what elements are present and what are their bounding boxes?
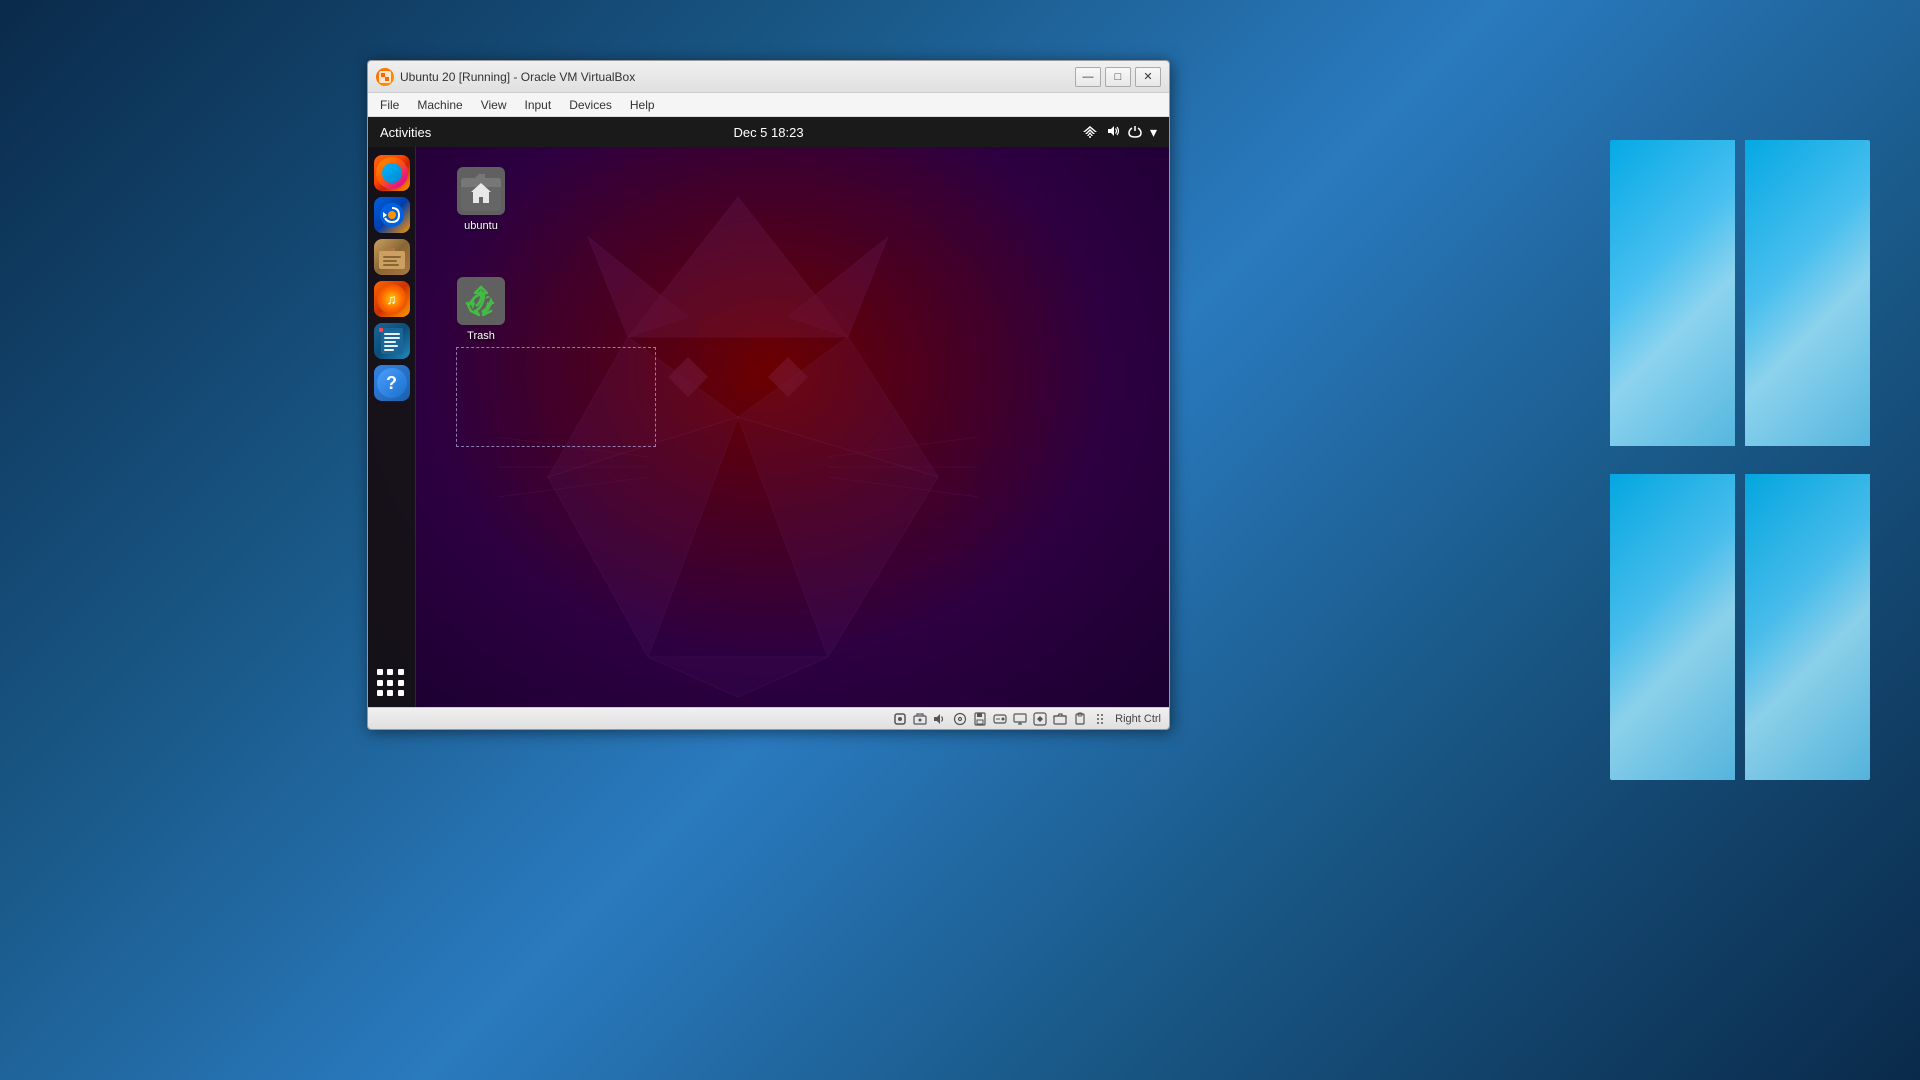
trash-icon[interactable]: Trash — [446, 277, 516, 343]
window-controls: — □ ✕ — [1075, 67, 1161, 87]
menu-input[interactable]: Input — [517, 96, 560, 114]
menu-devices[interactable]: Devices — [561, 96, 620, 114]
window-title: Ubuntu 20 [Running] - Oracle VM VirtualB… — [400, 70, 1075, 84]
windows-logo — [1610, 140, 1870, 780]
vbox-icon — [376, 68, 394, 86]
help-icon-inner: ? — [377, 368, 407, 398]
volume-icon[interactable] — [1106, 124, 1120, 141]
desktop-icons-area: ubuntu — [416, 147, 1169, 707]
cd-status-icon[interactable] — [951, 711, 969, 727]
win-pane-bottom-left — [1610, 474, 1735, 780]
virtualbox-window: Ubuntu 20 [Running] - Oracle VM VirtualB… — [367, 60, 1170, 730]
dock-writer-icon[interactable] — [374, 323, 410, 359]
apps-dot — [387, 669, 393, 675]
right-ctrl-label: Right Ctrl — [1111, 713, 1165, 725]
maximize-button[interactable]: □ — [1105, 67, 1131, 87]
win-pane-bottom-right — [1745, 474, 1870, 780]
close-button[interactable]: ✕ — [1135, 67, 1161, 87]
trash-svg — [457, 277, 505, 325]
topbar-right-icons: ▾ — [1082, 124, 1157, 141]
dock-thunderbird-icon[interactable] — [374, 197, 410, 233]
apps-dot — [398, 680, 404, 686]
trash-label: Trash — [464, 329, 498, 343]
shared-folders-icon[interactable] — [1051, 711, 1069, 727]
show-applications-button[interactable] — [377, 669, 407, 699]
menu-bar: File Machine View Input Devices Help — [368, 93, 1169, 117]
dock-firefox-icon[interactable] — [374, 155, 410, 191]
apps-dot — [398, 690, 404, 696]
apps-dot — [377, 690, 383, 696]
home-folder-svg — [457, 167, 505, 215]
activities-button[interactable]: Activities — [380, 125, 431, 140]
vm-status-icon[interactable] — [1031, 711, 1049, 727]
usb-status-icon[interactable] — [891, 711, 909, 727]
rhythmbox-icon-inner: ♫ — [377, 284, 407, 314]
ubuntu-desktop[interactable]: ♫ ? — [368, 147, 1169, 707]
network-status-icon[interactable] — [911, 711, 929, 727]
gnome-clock: Dec 5 18:23 — [733, 125, 803, 140]
trash-image — [457, 277, 505, 325]
apps-dot — [377, 669, 383, 675]
network-icon[interactable] — [1082, 124, 1098, 141]
topbar-dropdown-icon[interactable]: ▾ — [1150, 124, 1157, 141]
drag-icon[interactable] — [1091, 711, 1109, 727]
display-status-icon[interactable] — [1011, 711, 1029, 727]
writer-svg — [377, 326, 407, 356]
menu-file[interactable]: File — [372, 96, 407, 114]
apps-dot — [398, 669, 404, 675]
dock-help-icon[interactable]: ? — [374, 365, 410, 401]
menu-machine[interactable]: Machine — [409, 96, 470, 114]
hdd-status-icon[interactable] — [991, 711, 1009, 727]
vbox-statusbar: Right Ctrl — [368, 707, 1169, 729]
thunderbird-svg — [377, 200, 407, 230]
gnome-topbar: Activities Dec 5 18:23 — [368, 117, 1169, 147]
audio-status-icon[interactable] — [931, 711, 949, 727]
menu-view[interactable]: View — [473, 96, 515, 114]
apps-dot — [387, 680, 393, 686]
ubuntu-vm-content: Activities Dec 5 18:23 — [368, 117, 1169, 707]
menu-help[interactable]: Help — [622, 96, 663, 114]
home-folder-image — [457, 167, 505, 215]
apps-dot — [387, 690, 393, 696]
clipboard-icon[interactable] — [1071, 711, 1089, 727]
selection-rectangle — [456, 347, 656, 447]
minimize-button[interactable]: — — [1075, 67, 1101, 87]
win-pane-top-left — [1610, 140, 1735, 446]
title-bar: Ubuntu 20 [Running] - Oracle VM VirtualB… — [368, 61, 1169, 93]
dock-files-icon[interactable] — [374, 239, 410, 275]
apps-dot — [377, 680, 383, 686]
power-icon[interactable] — [1128, 124, 1142, 141]
dock-rhythmbox-icon[interactable]: ♫ — [374, 281, 410, 317]
files-svg — [377, 243, 407, 271]
win-pane-top-right — [1745, 140, 1870, 446]
firefox-globe — [382, 163, 402, 183]
home-folder-icon[interactable]: ubuntu — [446, 167, 516, 233]
home-folder-label: ubuntu — [461, 219, 501, 233]
firefox-icon-inner — [376, 157, 408, 189]
gnome-dock: ♫ ? — [368, 147, 416, 707]
floppy-status-icon[interactable] — [971, 711, 989, 727]
